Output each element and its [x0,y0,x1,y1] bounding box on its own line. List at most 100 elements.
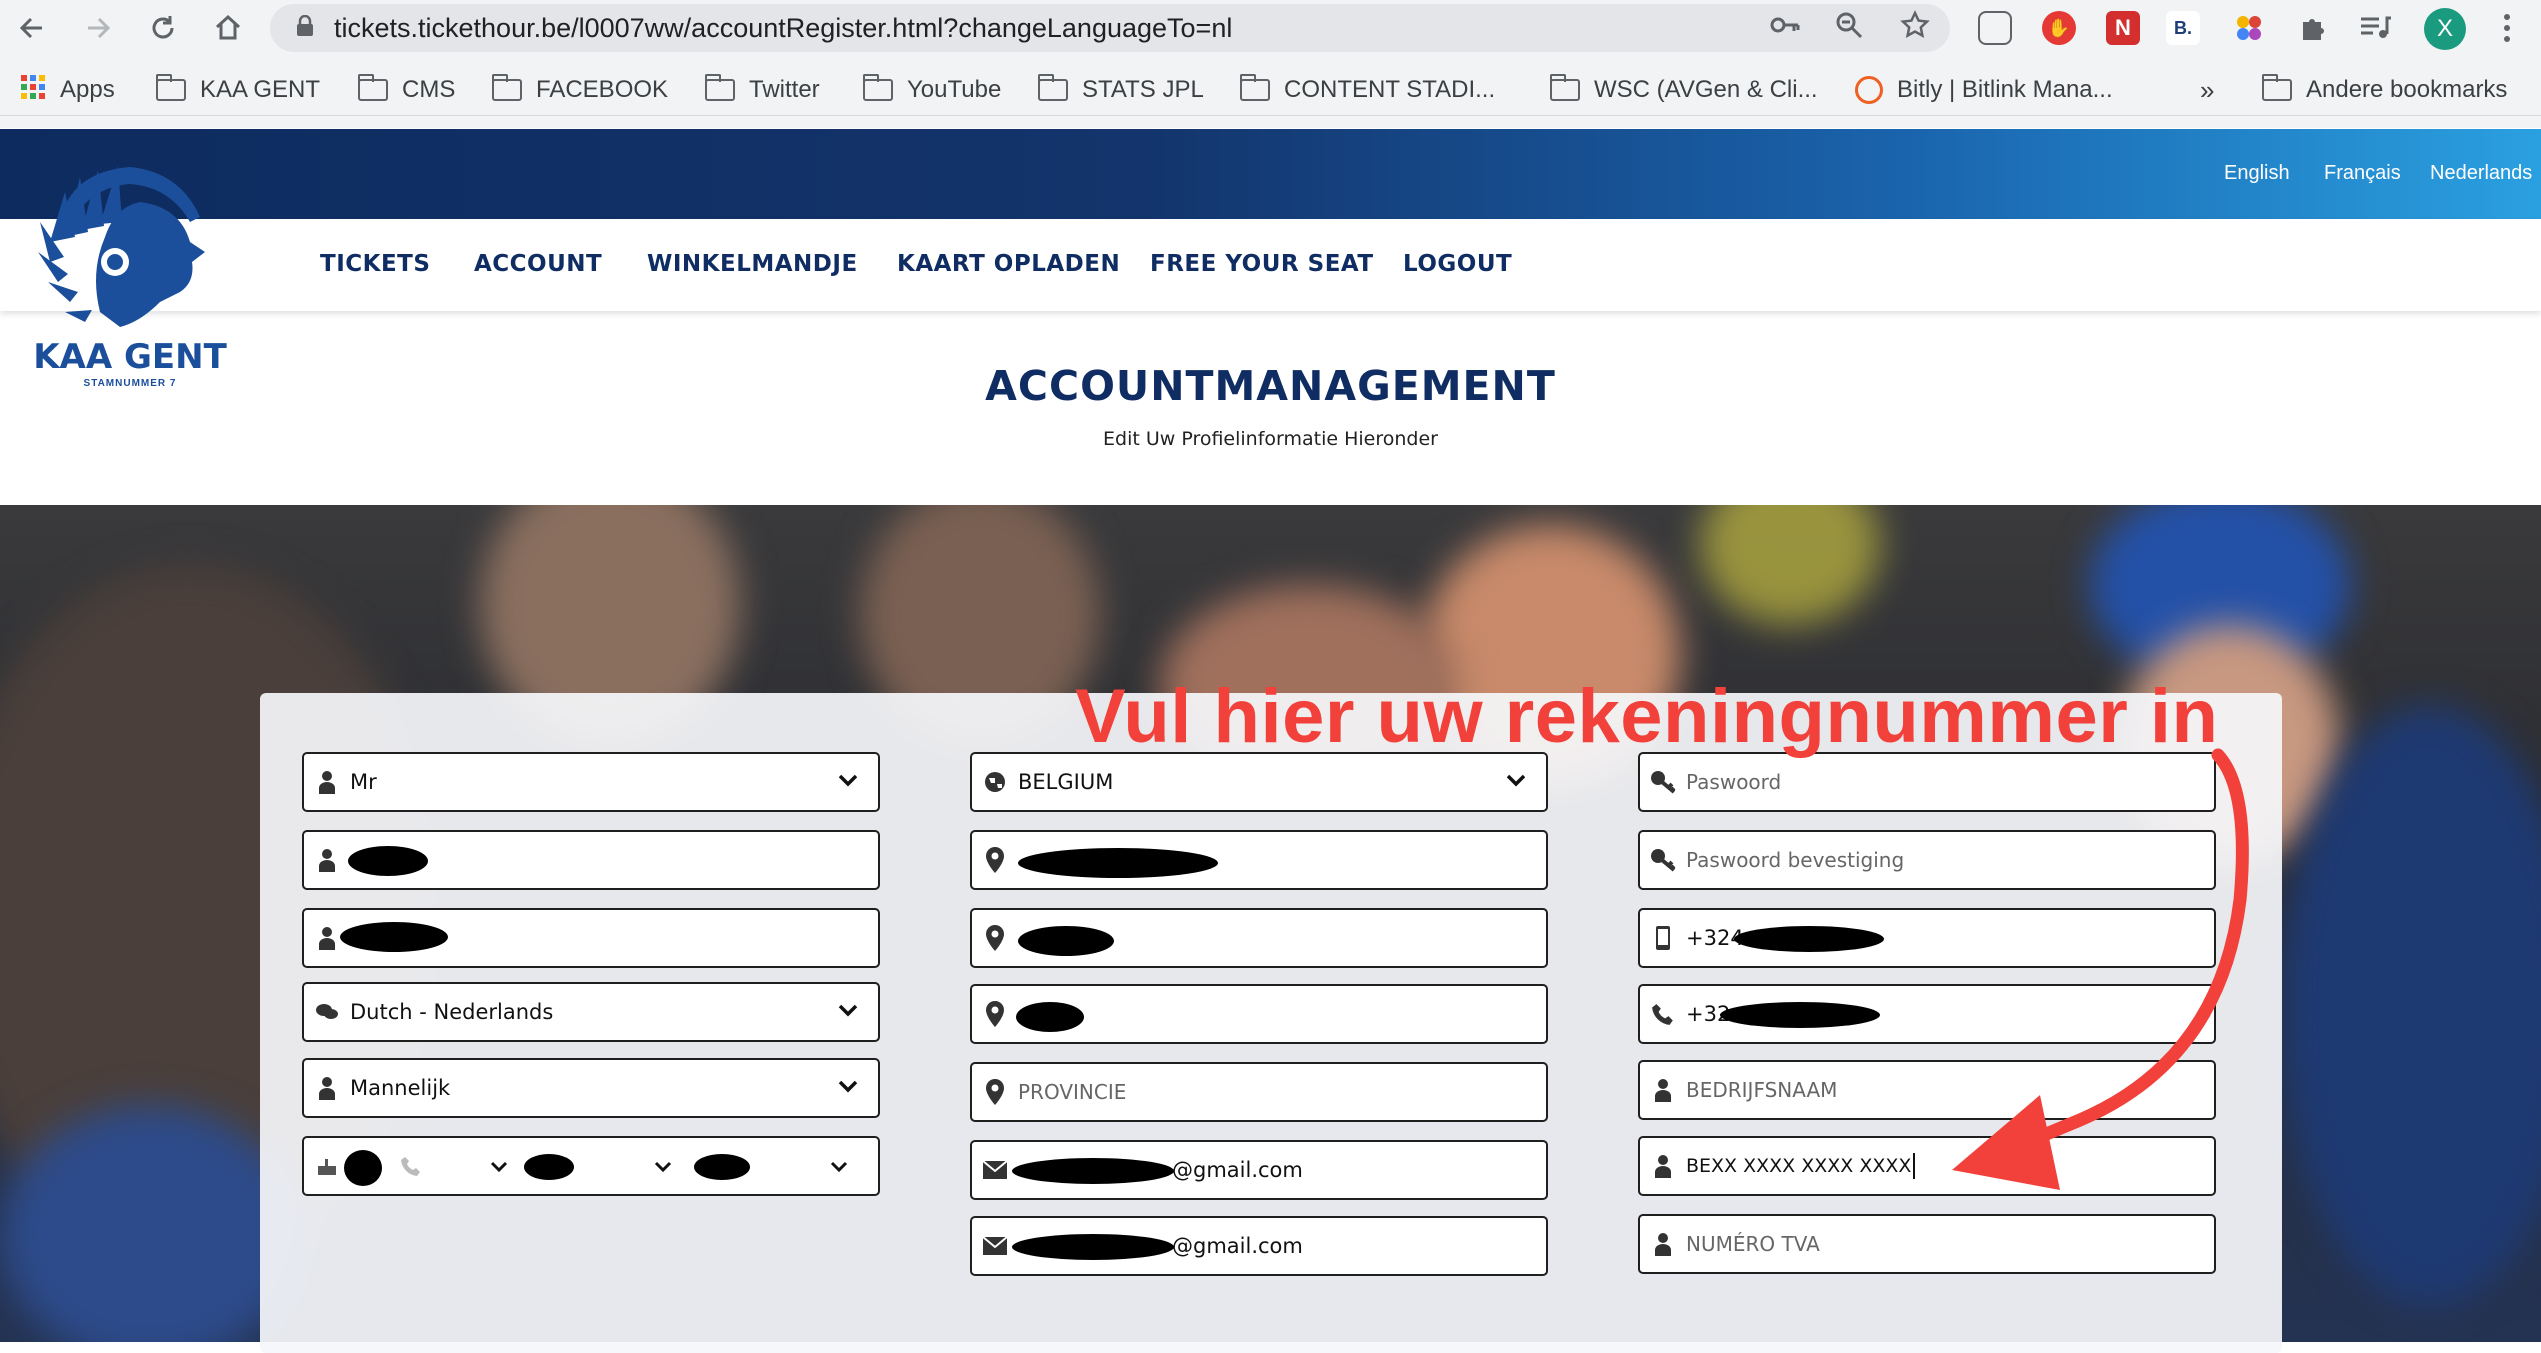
main-navigation: TICKETS ACCOUNT WINKELMANDJE KAART OPLAD… [0,219,2541,311]
bookmarks-overflow-button[interactable]: » [2200,74,2214,106]
media-queue-icon[interactable] [2358,11,2392,45]
folder-icon [2262,74,2292,101]
globe-icon [972,771,1018,793]
lang-nederlands[interactable]: Nederlands [2430,162,2532,185]
lang-francais[interactable]: Français [2324,162,2401,185]
bookmark-kaa-gent[interactable]: KAA GENT [156,74,320,106]
bookmark-wsc[interactable]: WSC (AVGen & Cli... [1550,74,1818,106]
pocket-icon[interactable] [1978,11,2012,45]
redaction-mark [1720,1002,1880,1028]
iban-value: BEXX XXXX XXXX XXXX [1686,1155,1912,1177]
phone-icon [400,1155,422,1182]
folder-icon [1550,74,1580,101]
browser-chrome: tickets.tickethour.be/l0007ww/accountReg… [0,0,2541,128]
page-title: ACCOUNTMANAGEMENT [985,362,1556,410]
forward-icon[interactable] [80,10,116,46]
email-confirm-field[interactable]: @gmail.com [970,1216,1548,1276]
netflix-icon[interactable]: N [2106,11,2140,45]
month-chevron-icon [654,1160,672,1178]
bookmark-apps[interactable]: Apps [20,74,115,106]
postal-code-field[interactable] [970,908,1548,968]
bookmark-youtube[interactable]: YouTube [863,74,1001,106]
address-bar[interactable]: tickets.tickethour.be/l0007ww/accountReg… [270,4,1950,52]
bookmark-facebook[interactable]: FACEBOOK [492,74,668,106]
home-icon[interactable] [210,10,246,46]
folder-icon [358,74,388,101]
nav-tickets[interactable]: TICKETS [320,251,430,277]
birthdate-field[interactable] [302,1136,880,1196]
day-chevron-icon [490,1160,508,1178]
bookmark-label: YouTube [907,76,1002,103]
zoom-icon[interactable] [1834,10,1864,40]
last-name-field[interactable] [302,908,880,968]
language-select[interactable]: Dutch - Nederlands [302,982,880,1042]
street-field[interactable] [970,830,1548,890]
chevron-down-icon [838,1080,858,1099]
language-bar: English Français Nederlands [0,129,2541,219]
folder-icon [1240,74,1270,101]
country-select[interactable]: BELGIUM [970,752,1548,812]
map-pin-icon [972,1079,1018,1105]
lang-english[interactable]: English [2224,162,2290,185]
user-icon [1640,1078,1686,1102]
city-field[interactable] [970,984,1548,1044]
bookmark-twitter[interactable]: Twitter [705,74,820,106]
vat-placeholder: NUMÉRO TVA [1686,1232,1820,1256]
salutation-value: Mr [350,770,377,794]
bookmark-content-stadion[interactable]: CONTENT STADI... [1240,74,1495,106]
nav-kaart-opladen[interactable]: KAART OPLADEN [897,251,1120,277]
province-field[interactable]: PROVINCIE [970,1062,1548,1122]
nav-free-your-seat[interactable]: FREE YOUR SEAT [1150,251,1374,277]
bookmark-stats-jpl[interactable]: STATS JPL [1038,74,1204,106]
redaction-mark [524,1154,574,1180]
password-field[interactable]: Paswoord [1638,752,2216,812]
first-name-field[interactable] [302,830,880,890]
nav-logout[interactable]: LOGOUT [1403,251,1512,277]
key-icon[interactable] [1770,10,1800,40]
kaa-gent-logo[interactable]: KAA GENT STAMNUMMER 7 [30,162,230,402]
bookmark-label: Andere bookmarks [2306,76,2508,103]
bitly-icon [1855,76,1883,104]
bookmark-label: CMS [402,76,456,103]
chevron-down-icon [838,774,858,793]
chat-bubbles-icon [304,1002,350,1022]
bookmark-label: STATS JPL [1082,76,1204,103]
nav-account[interactable]: ACCOUNT [474,251,602,277]
bookmark-other[interactable]: Andere bookmarks [2262,74,2507,106]
mobile-phone-icon [1640,925,1686,951]
mobile-field[interactable]: +324 [1638,908,2216,968]
adblock-icon[interactable]: ✋ [2042,11,2076,45]
profile-avatar[interactable]: X [2424,8,2466,50]
star-icon[interactable] [1900,10,1930,40]
colorful-extension-icon[interactable] [2232,11,2266,45]
password-confirm-field[interactable]: Paswoord bevestiging [1638,830,2216,890]
bookmark-label: Twitter [749,76,820,103]
annotation-text: Vul hier uw rekeningnummer in [1075,674,2219,759]
booking-icon[interactable]: B. [2166,11,2200,45]
language-value: Dutch - Nederlands [350,1000,554,1024]
vat-number-field[interactable]: NUMÉRO TVA [1638,1214,2216,1274]
url-text: tickets.tickethour.be/l0007ww/accountReg… [334,12,1233,43]
chevron-down-icon [838,1004,858,1023]
user-icon [1640,1232,1686,1256]
company-name-field[interactable]: BEDRIJFSNAAM [1638,1060,2216,1120]
salutation-select[interactable]: Mr [302,752,880,812]
redaction-mark [1016,1002,1084,1032]
email-field[interactable]: @gmail.com [970,1140,1548,1200]
user-icon [304,770,350,794]
iban-field[interactable]: BEXX XXXX XXXX XXXX [1638,1136,2216,1196]
indian-head-emblem-icon [38,166,205,327]
gender-select[interactable]: Mannelijk [302,1058,880,1118]
bookmark-bitly[interactable]: Bitly | Bitlink Mana... [1855,74,2113,106]
browser-menu-icon[interactable] [2490,11,2524,45]
folder-icon [1038,74,1068,101]
redaction-mark [1018,848,1218,878]
nav-winkelmandje[interactable]: WINKELMANDJE [647,251,858,277]
redaction-mark [1018,926,1114,956]
reload-icon[interactable] [145,10,181,46]
email-suffix: @gmail.com [1172,1158,1303,1182]
bookmark-cms[interactable]: CMS [358,74,455,106]
extensions-puzzle-icon[interactable] [2296,11,2330,45]
back-icon[interactable] [14,10,50,46]
phone-field[interactable]: +32 [1638,984,2216,1044]
